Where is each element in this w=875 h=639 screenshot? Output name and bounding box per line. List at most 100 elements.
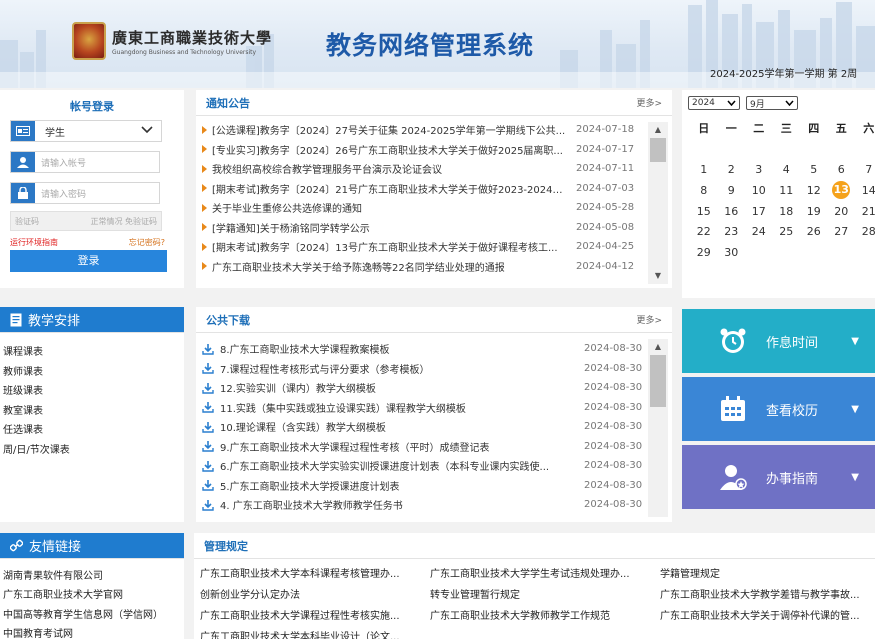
calendar-day[interactable]: 13: [828, 181, 856, 200]
download-item-title[interactable]: 8.广东工商职业技术大学课程教案模板: [220, 341, 580, 356]
account-input[interactable]: 请输入帐号: [35, 156, 159, 169]
notice-item-title[interactable]: [期末考试]教务字〔2024〕13号广东工商职业技术大学关于做好课程考核工...: [212, 239, 572, 254]
notice-item[interactable]: [期末考试]教务字〔2024〕13号广东工商职业技术大学关于做好课程考核工...…: [202, 237, 672, 257]
teaching-link[interactable]: 周/日/节次课表: [3, 441, 184, 461]
download-more-link[interactable]: 更多>: [636, 313, 662, 326]
download-item[interactable]: 8.广东工商职业技术大学课程教案模板 2024-08-30: [202, 339, 672, 359]
calendar-day[interactable]: 11: [773, 184, 801, 197]
captcha-input[interactable]: 验证码: [15, 216, 39, 227]
regulation-link[interactable]: 学籍管理规定: [660, 566, 875, 583]
notice-item-title[interactable]: [学籍通知]关于杨渝铭同学转学公示: [212, 220, 572, 235]
month-select[interactable]: 9月: [746, 96, 798, 110]
notice-item-title[interactable]: [期末考试]教务字〔2024〕21号广东工商职业技术大学关于做好2023-202…: [212, 181, 572, 196]
regulation-link[interactable]: 广东工商职业技术大学学生考试违规处理办...: [430, 566, 660, 583]
download-item-title[interactable]: 10.理论课程（含实践）教学大纲模板: [220, 419, 580, 434]
calendar-day[interactable]: 10: [745, 184, 773, 197]
scroll-thumb[interactable]: [650, 138, 666, 162]
password-input[interactable]: 请输入密码: [35, 187, 159, 200]
forgot-password-link[interactable]: 忘记密码?: [129, 237, 165, 248]
calendar-day[interactable]: 9: [718, 184, 746, 197]
download-item[interactable]: 6.广东工商职业技术大学实验实训授课进度计划表（本科专业课内实践使... 2024…: [202, 456, 672, 476]
calendar-day[interactable]: 29: [690, 246, 718, 259]
calendar-day[interactable]: 22: [690, 225, 718, 238]
friend-link[interactable]: 湖南青果软件有限公司: [3, 567, 184, 586]
download-item[interactable]: 11.实践（集中实践或独立设课实践）课程教学大纲模板 2024-08-30: [202, 398, 672, 418]
download-item[interactable]: 5.广东工商职业技术大学授课进度计划表 2024-08-30: [202, 476, 672, 496]
regulation-link[interactable]: 创新创业学分认定办法: [200, 587, 430, 604]
calendar-day[interactable]: 14: [855, 184, 875, 197]
download-item-title[interactable]: 9.广东工商职业技术大学课程过程性考核（平时）成绩登记表: [220, 439, 580, 454]
regulation-link[interactable]: 广东工商职业技术大学关于调停补代课的管...: [660, 608, 875, 625]
calendar-day[interactable]: 18: [773, 205, 801, 218]
regulation-link[interactable]: 转专业管理暂行规定: [430, 587, 660, 604]
scroll-down-icon[interactable]: ▼: [648, 268, 668, 284]
calendar-day[interactable]: 4: [773, 163, 801, 176]
friend-link[interactable]: 广东工商职业技术大学官网: [3, 586, 184, 605]
scroll-up-icon[interactable]: ▲: [648, 339, 668, 355]
teaching-link[interactable]: 任选课表: [3, 421, 184, 441]
friend-link[interactable]: 中国高等教育学生信息网（学信网）: [3, 606, 184, 625]
calendar-day[interactable]: 1: [690, 163, 718, 176]
tile-service-guide[interactable]: 办事指南 ▼: [682, 445, 875, 509]
teaching-link[interactable]: 课程课表: [3, 343, 184, 363]
notice-item[interactable]: 我校组织高校综合教学管理服务平台演示及论证会议 2024-07-11: [202, 159, 672, 179]
notice-item[interactable]: [公选课程]教务字〔2024〕27号关于征集 2024-2025学年第一学期线下…: [202, 120, 672, 140]
tile-schedule-time[interactable]: 作息时间 ▼: [682, 309, 875, 373]
calendar-today[interactable]: 13: [832, 181, 851, 200]
regulation-link[interactable]: 广东工商职业技术大学教学差错与教学事故...: [660, 587, 875, 604]
calendar-day[interactable]: 27: [828, 225, 856, 238]
notice-item[interactable]: 广东工商职业技术大学关于给予陈逸畅等22名同学结业处理的通报 2024-04-12: [202, 257, 672, 277]
calendar-day[interactable]: 7: [855, 163, 875, 176]
notice-more-link[interactable]: 更多>: [636, 96, 662, 109]
scroll-up-icon[interactable]: ▲: [648, 122, 668, 138]
captcha-field[interactable]: 验证码 正常情况 免验证码: [10, 211, 162, 231]
calendar-day[interactable]: 28: [855, 225, 875, 238]
calendar-day[interactable]: 8: [690, 184, 718, 197]
calendar-day[interactable]: 19: [800, 205, 828, 218]
calendar-day[interactable]: 2: [718, 163, 746, 176]
calendar-day[interactable]: 17: [745, 205, 773, 218]
calendar-day[interactable]: 6: [828, 163, 856, 176]
download-scrollbar[interactable]: ▲: [648, 339, 668, 517]
teaching-link[interactable]: 教室课表: [3, 402, 184, 422]
download-item[interactable]: 7.课程过程性考核形式与评分要求（参考模板） 2024-08-30: [202, 359, 672, 379]
calendar-day[interactable]: 30: [718, 246, 746, 259]
tile-school-calendar[interactable]: 查看校历 ▼: [682, 377, 875, 441]
login-button[interactable]: 登录: [10, 250, 167, 272]
notice-item[interactable]: [专业实习]教务字〔2024〕26号广东工商职业技术大学关于做好2025届离职.…: [202, 140, 672, 160]
notice-item-title[interactable]: 关于毕业生重修公共选修课的通知: [212, 200, 572, 215]
calendar-day[interactable]: 3: [745, 163, 773, 176]
download-item-title[interactable]: 5.广东工商职业技术大学授课进度计划表: [220, 478, 580, 493]
notice-scrollbar[interactable]: ▲ ▼: [648, 122, 668, 284]
notice-item-title[interactable]: 广东工商职业技术大学关于给予陈逸畅等22名同学结业处理的通报: [212, 259, 572, 274]
role-select[interactable]: 学生: [10, 120, 162, 142]
calendar-day[interactable]: 20: [828, 205, 856, 218]
download-item[interactable]: 9.广东工商职业技术大学课程过程性考核（平时）成绩登记表 2024-08-30: [202, 437, 672, 457]
scroll-thumb[interactable]: [650, 355, 666, 407]
notice-item-title[interactable]: 我校组织高校综合教学管理服务平台演示及论证会议: [212, 161, 572, 176]
calendar-day[interactable]: 21: [855, 205, 875, 218]
regulation-link[interactable]: 广东工商职业技术大学课程过程性考核实施...: [200, 608, 430, 625]
env-guide-link[interactable]: 运行环境指南: [10, 237, 58, 248]
calendar-day[interactable]: 16: [718, 205, 746, 218]
teaching-link[interactable]: 教师课表: [3, 363, 184, 383]
calendar-day[interactable]: 5: [800, 163, 828, 176]
download-item[interactable]: 12.实验实训（课内）教学大纲模板 2024-08-30: [202, 378, 672, 398]
download-item-title[interactable]: 6.广东工商职业技术大学实验实训授课进度计划表（本科专业课内实践使...: [220, 458, 580, 473]
download-item-title[interactable]: 4. 广东工商职业技术大学教师教学任务书: [220, 497, 580, 512]
account-field[interactable]: 请输入帐号: [10, 151, 160, 173]
calendar-day[interactable]: 24: [745, 225, 773, 238]
download-item-title[interactable]: 12.实验实训（课内）教学大纲模板: [220, 380, 580, 395]
regulation-link[interactable]: 广东工商职业技术大学教师教学工作规范: [430, 608, 660, 625]
calendar-day[interactable]: 26: [800, 225, 828, 238]
password-field[interactable]: 请输入密码: [10, 182, 160, 204]
year-select[interactable]: 2024: [688, 96, 740, 110]
notice-item-title[interactable]: [公选课程]教务字〔2024〕27号关于征集 2024-2025学年第一学期线下…: [212, 122, 572, 137]
calendar-day[interactable]: 23: [718, 225, 746, 238]
download-item-title[interactable]: 7.课程过程性考核形式与评分要求（参考模板）: [220, 361, 580, 376]
teaching-link[interactable]: 班级课表: [3, 382, 184, 402]
download-item[interactable]: 10.理论课程（含实践）教学大纲模板 2024-08-30: [202, 417, 672, 437]
calendar-day[interactable]: 12: [800, 184, 828, 197]
calendar-day[interactable]: 15: [690, 205, 718, 218]
calendar-day[interactable]: 25: [773, 225, 801, 238]
